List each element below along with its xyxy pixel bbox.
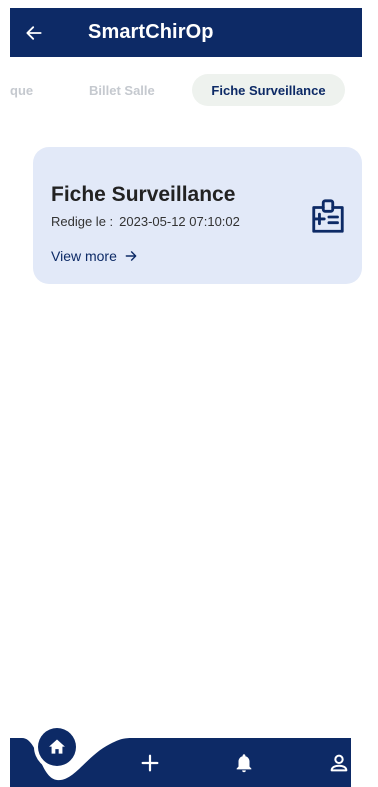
bell-icon <box>236 754 252 773</box>
card-date: Redige le : 2023-05-12 07:10:02 <box>51 214 240 229</box>
arrow-left-icon <box>26 25 42 40</box>
card-title: Fiche Surveillance <box>51 183 236 206</box>
view-more-link[interactable]: View more <box>51 248 138 264</box>
back-button[interactable] <box>10 8 58 57</box>
tab-partial[interactable]: que <box>10 74 33 106</box>
notifications-button[interactable] <box>229 748 259 778</box>
app-title: SmartChirOp <box>88 21 214 43</box>
view-more-label: View more <box>51 248 117 264</box>
arrow-right-icon <box>125 251 137 261</box>
tab-bar: que Billet Salle Fiche Surveillance <box>0 72 378 108</box>
tab-fiche-surveillance[interactable]: Fiche Surveillance <box>192 74 345 106</box>
date-value: 2023-05-12 07:10:02 <box>119 214 240 229</box>
medical-badge-icon <box>312 199 344 233</box>
tab-billet-salle[interactable]: Billet Salle <box>89 74 155 106</box>
bottom-nav <box>10 724 354 787</box>
profile-button[interactable] <box>324 748 354 778</box>
user-icon <box>330 754 348 772</box>
home-icon <box>49 739 65 754</box>
fiche-card[interactable]: Fiche Surveillance Redige le : 2023-05-12… <box>33 147 362 284</box>
add-button[interactable] <box>135 748 165 778</box>
home-button[interactable] <box>34 724 80 770</box>
date-label: Redige le : <box>51 214 114 229</box>
app-bar: SmartChirOp <box>10 8 362 57</box>
plus-icon <box>141 754 159 772</box>
